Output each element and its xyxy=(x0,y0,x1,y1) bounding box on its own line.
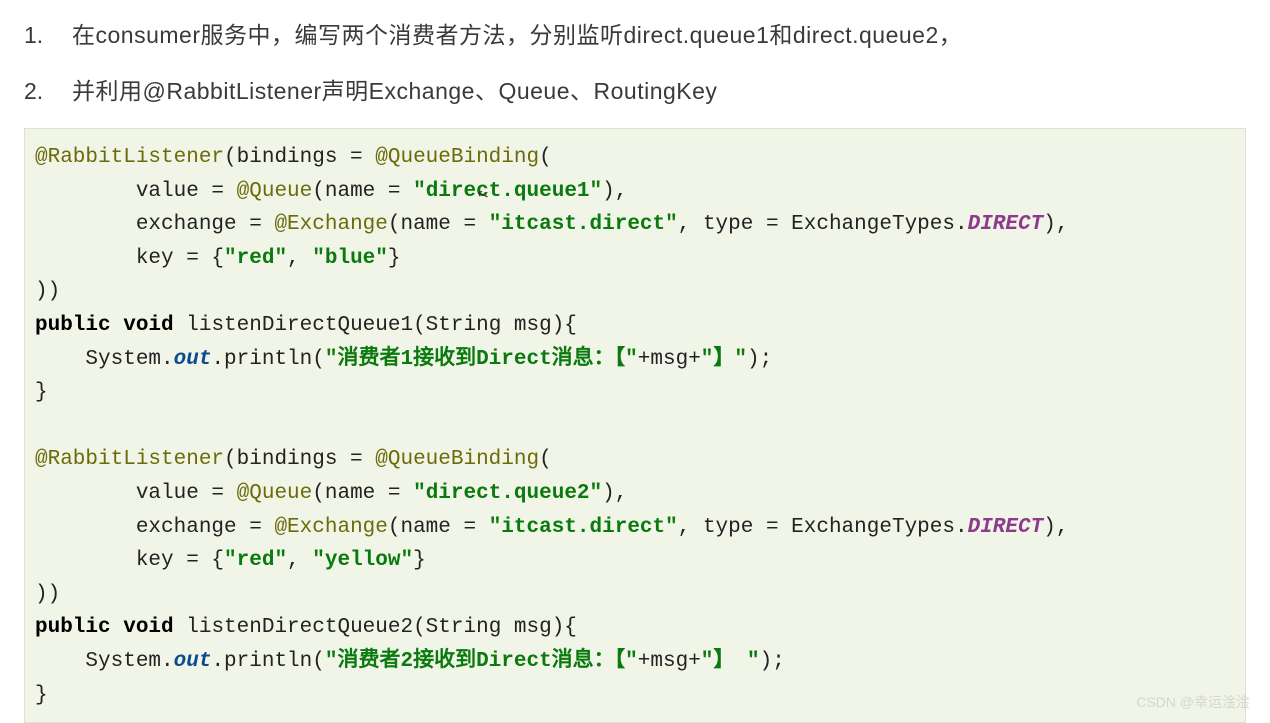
list-text-2: 并利用@RabbitListener声明Exchange、Queue、Routi… xyxy=(72,72,717,106)
text: ); xyxy=(760,650,785,673)
text: ( xyxy=(539,448,552,471)
text: key = { xyxy=(35,247,224,270)
annotation-rabbitlistener-1: @RabbitListener xyxy=(35,146,224,169)
list-item-1: 1. 在consumer服务中，编写两个消费者方法，分别监听direct.que… xyxy=(24,16,1246,50)
text: )) xyxy=(35,280,60,303)
list-item-2: 2. 并利用@RabbitListener声明Exchange、Queue、Ro… xyxy=(24,72,1246,106)
string-blue-1: "blue" xyxy=(312,247,388,270)
const-direct-2: DIRECT xyxy=(968,516,1044,539)
string-queue2: "direct.queue2" xyxy=(413,482,602,505)
text: } xyxy=(388,247,401,270)
text: ), xyxy=(1043,213,1068,236)
text: } xyxy=(35,381,48,404)
text: ); xyxy=(747,348,772,371)
list-number-1: 1. xyxy=(24,22,72,49)
annotation-queue-2: @Queue xyxy=(237,482,313,505)
string-msg1a: "消费者1接收到Direct消息：【" xyxy=(325,348,638,371)
text: +msg+ xyxy=(638,348,701,371)
text: ), xyxy=(1043,516,1068,539)
text: +msg+ xyxy=(638,650,701,673)
annotation-queuebinding-1: @QueueBinding xyxy=(375,146,539,169)
text: , type = ExchangeTypes. xyxy=(678,213,968,236)
text: (name = xyxy=(388,213,489,236)
text: .println( xyxy=(211,348,324,371)
text: (bindings = xyxy=(224,146,375,169)
annotation-queuebinding-2: @QueueBinding xyxy=(375,448,539,471)
string-yellow-2: "yellow" xyxy=(312,549,413,572)
text: , xyxy=(287,247,312,270)
text: exchange = xyxy=(35,516,274,539)
method-signature-2: listenDirectQueue2(String msg){ xyxy=(174,616,577,639)
text: value = xyxy=(35,180,237,203)
text: System. xyxy=(35,348,174,371)
keyword-public-2: public xyxy=(35,616,111,639)
text: (name = xyxy=(312,180,413,203)
text: , type = ExchangeTypes. xyxy=(678,516,968,539)
annotation-queue-1: @Queue xyxy=(237,180,313,203)
string-queue1: "direct.queue1" xyxy=(413,180,602,203)
text: (name = xyxy=(388,516,489,539)
field-out-1: out xyxy=(174,348,212,371)
keyword-void-2: void xyxy=(111,616,174,639)
text: .println( xyxy=(211,650,324,673)
string-red-1: "red" xyxy=(224,247,287,270)
string-red-2: "red" xyxy=(224,549,287,572)
annotation-rabbitlistener-2: @RabbitListener xyxy=(35,448,224,471)
text: (name = xyxy=(312,482,413,505)
text: ), xyxy=(602,482,627,505)
text: )) xyxy=(35,583,60,606)
code-block: @RabbitListener(bindings = @QueueBinding… xyxy=(24,128,1246,723)
text: value = xyxy=(35,482,237,505)
string-msg2b: "】 " xyxy=(701,650,760,673)
keyword-public-1: public xyxy=(35,314,111,337)
string-msg2a: "消费者2接收到Direct消息：【" xyxy=(325,650,638,673)
string-exchange1: "itcast.direct" xyxy=(489,213,678,236)
text: key = { xyxy=(35,549,224,572)
list-number-2: 2. xyxy=(24,78,72,105)
text: System. xyxy=(35,650,174,673)
const-direct-1: DIRECT xyxy=(968,213,1044,236)
keyword-void-1: void xyxy=(111,314,174,337)
string-exchange2: "itcast.direct" xyxy=(489,516,678,539)
annotation-exchange-2: @Exchange xyxy=(274,516,387,539)
text: ( xyxy=(539,146,552,169)
method-signature-1: listenDirectQueue1(String msg){ xyxy=(174,314,577,337)
watermark: CSDN @幸运淦淦 xyxy=(1136,692,1250,712)
text: ), xyxy=(602,180,627,203)
text: , xyxy=(287,549,312,572)
text: exchange = xyxy=(35,213,274,236)
text: } xyxy=(413,549,426,572)
text: } xyxy=(35,684,48,707)
annotation-exchange-1: @Exchange xyxy=(274,213,387,236)
list-text-1: 在consumer服务中，编写两个消费者方法，分别监听direct.queue1… xyxy=(72,16,962,50)
string-msg1b: "】" xyxy=(701,348,747,371)
field-out-2: out xyxy=(174,650,212,673)
text: (bindings = xyxy=(224,448,375,471)
